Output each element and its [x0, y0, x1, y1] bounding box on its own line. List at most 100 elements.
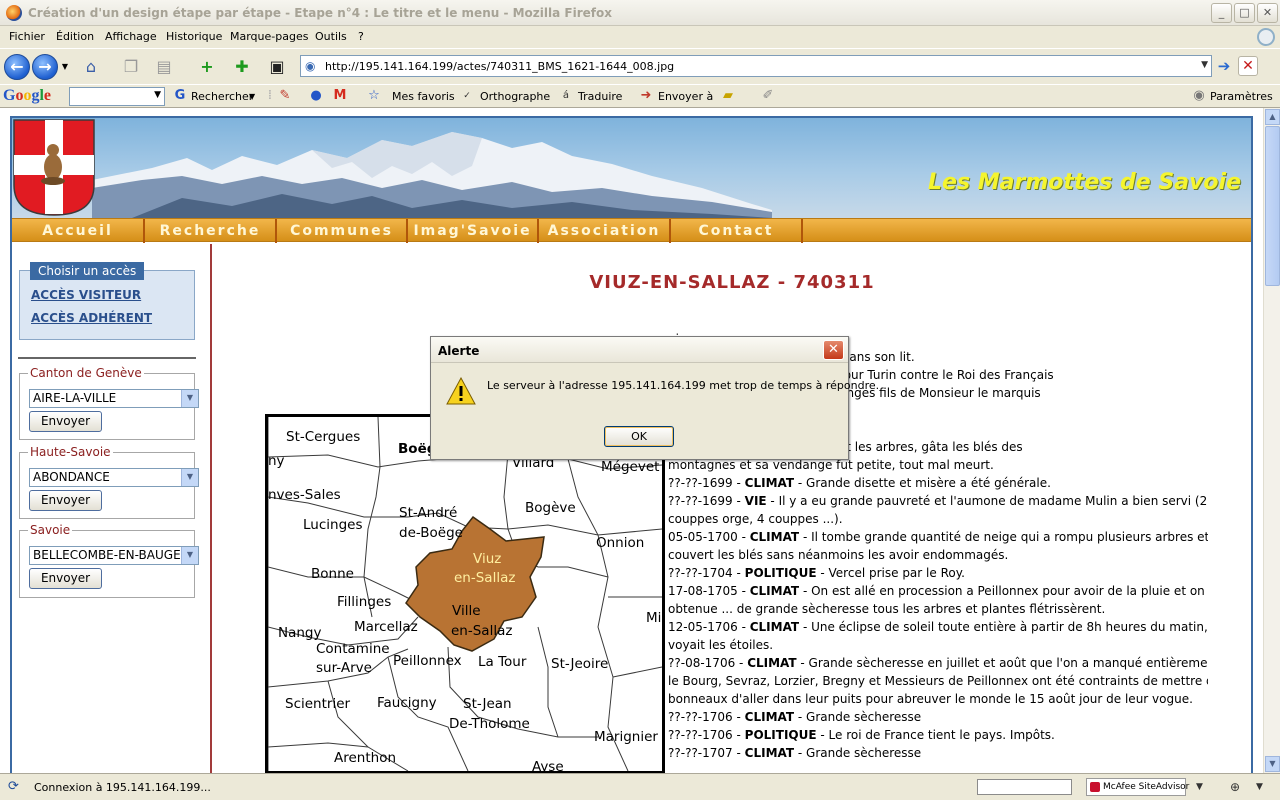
map-label-faucigny: Faucigny [377, 695, 437, 711]
nav-recherche[interactable]: Recherche [145, 219, 277, 243]
map-label-bogeve: Bogève [525, 500, 576, 516]
haute-savoie-select[interactable]: ABONDANCE ▼ [29, 468, 199, 487]
search-dropdown-icon[interactable]: ▼ [249, 92, 255, 101]
scroll-down-icon[interactable]: ▼ [1265, 756, 1280, 772]
event-line: ??-??-1706 - POLITIQUE - Le roi de Franc… [668, 728, 1055, 742]
settings-button[interactable]: Paramètres [1210, 90, 1273, 103]
visitor-access-link[interactable]: ACCÈS VISITEUR [31, 288, 141, 302]
screenshot-icon[interactable]: ▣ [266, 56, 288, 78]
zoom-icon[interactable]: ⊕ [1230, 780, 1240, 794]
event-text: - Grande sècheresse [794, 746, 922, 760]
menu-historique[interactable]: Historique [166, 30, 222, 43]
event-line: ??-??-1704 - POLITIQUE - Vercel prise pa… [668, 566, 965, 580]
map-label-contamine-2: sur-Arve [316, 660, 372, 676]
google-search-input[interactable]: ▼ [69, 87, 165, 106]
nav-association[interactable]: Association [539, 219, 671, 243]
map-label-mi: Mi [646, 610, 662, 626]
chevron-down-icon[interactable]: ▼ [181, 469, 198, 486]
paste-icon[interactable]: ▤ [153, 56, 175, 78]
canton-geneve-select[interactable]: AIRE-LA-VILLE ▼ [29, 389, 199, 408]
chevron-down-icon[interactable]: ▼ [181, 390, 198, 407]
google-g-icon[interactable]: G [172, 88, 188, 104]
url-dropdown-icon[interactable]: ▼ [1201, 60, 1208, 70]
spelling-button[interactable]: Orthographe [480, 90, 550, 103]
chevron-down-icon[interactable]: ▼ [181, 547, 198, 564]
gmail-icon[interactable]: M [332, 88, 348, 104]
new-tab-icon[interactable]: + [196, 56, 218, 78]
google-search-button[interactable]: Rechercher [191, 90, 253, 103]
new-tab-add-icon[interactable]: ✚ [231, 56, 253, 78]
star-icon[interactable]: ☆ [366, 88, 382, 104]
url-text[interactable]: http://195.141.164.199/actes/740311_BMS_… [325, 60, 674, 73]
event-line: 17-08-1705 - CLIMAT - On est allé en pro… [668, 582, 1208, 600]
history-dropdown-icon[interactable]: ▼ [60, 56, 70, 78]
event-category: CLIMAT [744, 710, 795, 724]
close-window-button[interactable]: ✕ [1257, 3, 1278, 23]
maximize-button[interactable]: □ [1234, 3, 1255, 23]
event-text: - Vercel prise par le Roy. [816, 566, 965, 580]
nav-imag-savoie[interactable]: Imag'Savoie [408, 219, 539, 243]
map-label-la-tour: La Tour [478, 654, 527, 670]
browser-window: Création d'un design étape par étape - E… [0, 0, 1280, 800]
event-category: CLIMAT [744, 476, 795, 490]
home-icon[interactable]: ⌂ [80, 56, 102, 78]
event-text: - Grande sècheresse en juillet et août q… [796, 656, 1208, 670]
translate-button[interactable]: Traduire [578, 90, 622, 103]
send-to-icon[interactable]: ➜ [638, 88, 654, 104]
nav-contact[interactable]: Contact [671, 219, 803, 243]
google-search-dropdown-icon[interactable]: ▼ [154, 90, 161, 100]
spellcheck-icon[interactable]: ✓ [459, 88, 475, 104]
event-date: ??-08-1706 [668, 656, 736, 670]
close-icon[interactable]: ✕ [823, 340, 844, 360]
google-logo[interactable]: Google [3, 87, 51, 105]
event-date: 12-05-1706 [668, 620, 738, 634]
go-arrow-icon[interactable]: ➔ [1214, 56, 1234, 76]
menu-edition[interactable]: Édition [56, 30, 94, 43]
settings-icon[interactable]: ◉ [1191, 88, 1207, 104]
map-label-arenthon: Arenthon [334, 750, 397, 766]
scroll-up-icon[interactable]: ▲ [1265, 109, 1280, 125]
menu-fichier[interactable]: Fichier [9, 30, 45, 43]
menu-outils[interactable]: Outils [315, 30, 347, 43]
savoie-send-button[interactable]: Envoyer [29, 568, 102, 589]
url-bar[interactable]: ◉ http://195.141.164.199/actes/740311_BM… [300, 55, 1212, 77]
scrollbar-thumb[interactable] [1265, 126, 1280, 286]
bookmark-folder-icon[interactable]: ▰ [720, 88, 736, 104]
nav-accueil[interactable]: Accueil [12, 219, 145, 243]
back-arrow-icon[interactable]: ← [4, 54, 30, 80]
map-label-ny: ny [268, 453, 285, 469]
savoie-select[interactable]: BELLECOMBE-EN-BAUGES ▼ [29, 546, 199, 565]
mcafee-siteadvisor-button[interactable]: McAfee SiteAdvisor [1086, 778, 1189, 796]
nav-communes[interactable]: Communes [277, 219, 408, 243]
map-label-st-andre-2: de-Boëge [399, 525, 463, 541]
canton-geneve-group: Canton de Genève AIRE-LA-VILLE ▼ Envoyer [19, 366, 199, 440]
globe-icon[interactable]: ● [308, 88, 324, 104]
stop-icon[interactable]: ✕ [1238, 56, 1258, 76]
zoom-dropdown-icon[interactable]: ▼ [1256, 782, 1263, 792]
menu-affichage[interactable]: Affichage [105, 30, 157, 43]
event-date: ??-??-1706 [668, 710, 733, 724]
commune-map[interactable]: St-Cergues Boëge Villard Mégevet ny nves… [265, 414, 665, 773]
highlighter-icon[interactable]: ✐ [760, 88, 776, 104]
status-bar: ⟳ Connexion à 195.141.164.199... McAfee … [0, 773, 1280, 800]
menu-help[interactable]: ? [358, 30, 364, 43]
copy-icon[interactable]: ❐ [120, 56, 142, 78]
send-to-button[interactable]: Envoyer à [658, 90, 713, 103]
event-category: POLITIQUE [744, 728, 817, 742]
canton-geneve-send-button[interactable]: Envoyer [29, 411, 102, 432]
canton-geneve-selected: AIRE-LA-VILLE [33, 391, 117, 405]
member-access-link[interactable]: ACCÈS ADHÉRENT [31, 311, 152, 325]
menu-marque-pages[interactable]: Marque-pages [230, 30, 308, 43]
mcafee-dropdown-icon[interactable]: ▼ [1196, 782, 1203, 792]
vertical-scrollbar[interactable]: ▲ ▼ [1263, 108, 1280, 773]
pagerank-icon[interactable]: ✎ [277, 88, 293, 104]
event-line: ??-08-1706 - CLIMAT - Grande sècheresse … [668, 654, 1208, 672]
minimize-button[interactable]: _ [1211, 3, 1232, 23]
ok-button[interactable]: OK [604, 426, 674, 447]
haute-savoie-send-button[interactable]: Envoyer [29, 490, 102, 511]
event-line: ??-??-1699 - CLIMAT - Grande disette et … [668, 476, 1051, 490]
translate-icon[interactable]: á [558, 88, 574, 104]
event-text: - Grande sècheresse [794, 710, 922, 724]
forward-arrow-icon[interactable]: → [32, 54, 58, 80]
favorites-button[interactable]: Mes favoris [392, 90, 455, 103]
